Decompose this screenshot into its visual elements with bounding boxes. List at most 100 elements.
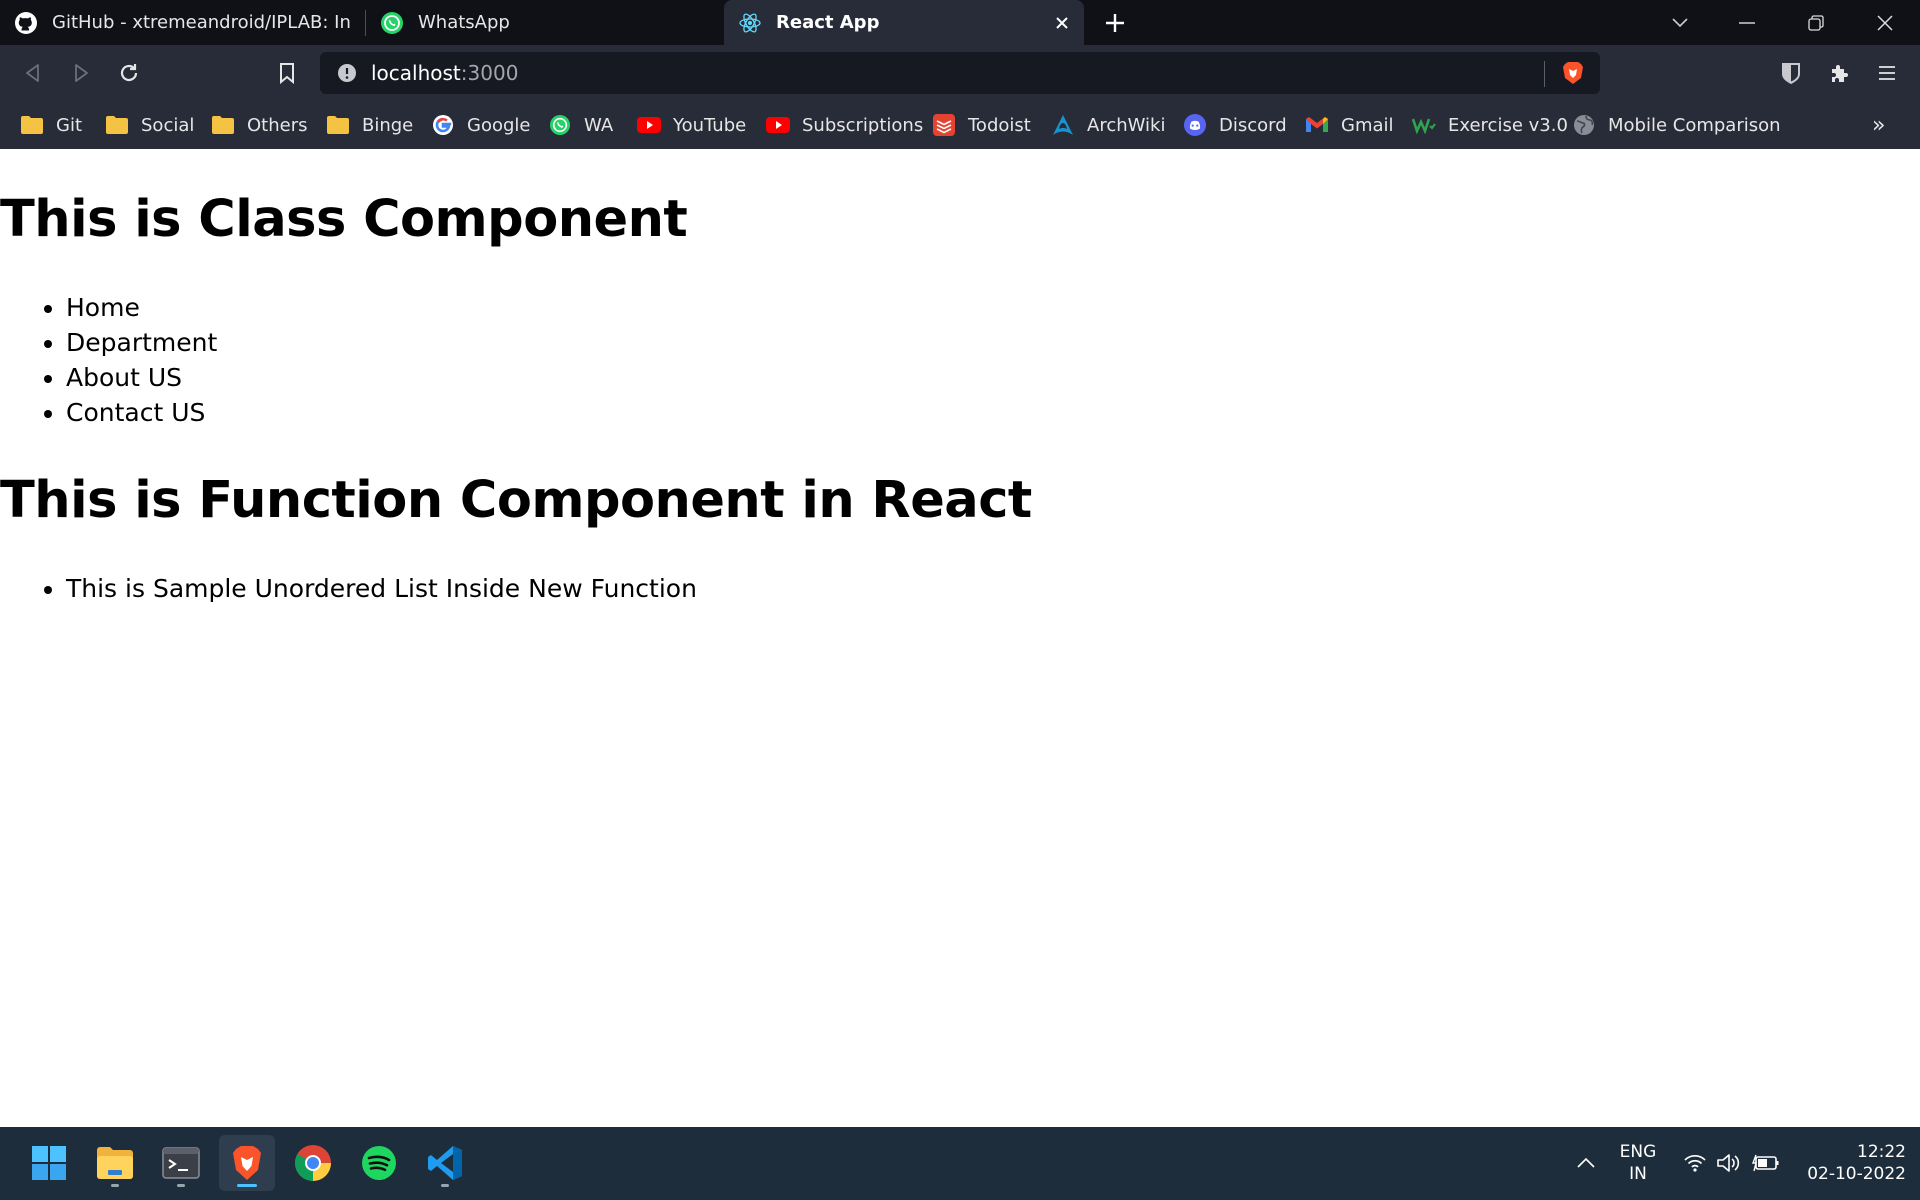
globe-icon — [1572, 113, 1596, 137]
windows-taskbar: ENG IN 12:22 02-10-2022 — [0, 1127, 1920, 1200]
bookmark-label: Todoist — [968, 114, 1031, 136]
exercise-icon — [1412, 113, 1436, 137]
volume-icon[interactable] — [1716, 1151, 1742, 1175]
region-code: IN — [1629, 1164, 1647, 1184]
bookmark-label: WA — [584, 114, 614, 136]
bookmark-label: Binge — [362, 114, 414, 136]
list-item: This is Sample Unordered List Inside New… — [66, 571, 697, 606]
windows-start-icon[interactable] — [21, 1135, 77, 1191]
brave-icon[interactable] — [219, 1135, 275, 1191]
restore-button[interactable] — [1786, 0, 1846, 45]
folder-icon — [20, 113, 44, 137]
bookmark-icon[interactable] — [272, 58, 302, 88]
bitwarden-extension-icon[interactable] — [1776, 58, 1806, 88]
github-icon — [14, 11, 38, 35]
url-port: :3000 — [460, 61, 519, 85]
back-button[interactable] — [18, 58, 48, 88]
brave-shields-icon[interactable] — [1560, 60, 1586, 86]
reload-button[interactable] — [114, 58, 144, 88]
language-code: ENG — [1619, 1142, 1657, 1162]
folder-icon — [326, 113, 350, 137]
bookmark-label: ArchWiki — [1087, 114, 1166, 136]
bookmark-subscriptions[interactable]: Subscriptions — [766, 111, 923, 139]
list-item: Contact US — [66, 395, 217, 430]
tab-label: React App — [776, 12, 880, 33]
bookmark-google[interactable]: Google — [431, 111, 530, 139]
address-bar[interactable]: localhost:3000 — [320, 52, 1600, 94]
file-explorer-icon[interactable] — [87, 1135, 143, 1191]
bookmark-label: Gmail — [1341, 114, 1394, 136]
bookmark-wa[interactable]: WA — [548, 111, 613, 139]
class-component-list: Home Department About US Contact US — [0, 290, 217, 430]
bookmark-label: YouTube — [673, 114, 747, 136]
wifi-icon[interactable] — [1682, 1151, 1708, 1175]
tab-whatsapp[interactable]: WhatsApp — [366, 0, 724, 45]
url-host: localhost — [371, 61, 461, 85]
bookmark-label: Subscriptions — [802, 114, 924, 136]
battery-charging-icon[interactable] — [1752, 1151, 1780, 1175]
discord-icon — [1183, 113, 1207, 137]
bookmark-gmail[interactable]: Gmail — [1305, 111, 1394, 139]
site-info-icon[interactable] — [336, 62, 358, 84]
url-text: localhost:3000 — [371, 61, 518, 85]
clock-time: 12:22 — [1857, 1142, 1906, 1162]
bookmark-todoist[interactable]: Todoist — [932, 111, 1031, 139]
bookmark-label: Others — [247, 114, 308, 136]
bookmarks-bar: Git Social Others Binge Google WA YouTub… — [0, 101, 1920, 149]
tab-label: WhatsApp — [418, 12, 510, 33]
running-indicator — [111, 1184, 119, 1187]
bookmark-git[interactable]: Git — [20, 111, 82, 139]
bookmark-label: Google — [467, 114, 531, 136]
folder-icon — [211, 113, 235, 137]
menu-icon[interactable] — [1872, 58, 1902, 88]
active-indicator — [237, 1184, 257, 1187]
tab-github[interactable]: GitHub - xtremeandroid/IPLAB: Interne — [0, 0, 365, 45]
forward-button[interactable] — [66, 58, 96, 88]
react-icon — [738, 11, 762, 35]
bookmark-label: Git — [56, 114, 83, 136]
chrome-icon[interactable] — [285, 1135, 341, 1191]
terminal-icon[interactable] — [153, 1135, 209, 1191]
extensions-icon[interactable] — [1824, 58, 1854, 88]
spotify-icon[interactable] — [351, 1135, 407, 1191]
archwiki-icon — [1051, 113, 1075, 137]
folder-icon — [105, 113, 129, 137]
list-item: Home — [66, 290, 217, 325]
bookmark-mobile-comparison[interactable]: Mobile Comparison — [1572, 111, 1781, 139]
close-window-button[interactable] — [1855, 0, 1915, 45]
clock-date: 02-10-2022 — [1807, 1164, 1906, 1184]
tab-react-app[interactable]: React App — [724, 0, 1084, 45]
whatsapp-icon — [548, 113, 572, 137]
youtube-icon — [637, 113, 661, 137]
whatsapp-icon — [380, 11, 404, 35]
input-language-indicator[interactable]: ENG IN — [1614, 1141, 1662, 1185]
function-component-list: This is Sample Unordered List Inside New… — [0, 571, 697, 606]
navigation-toolbar: localhost:3000 — [0, 45, 1920, 101]
google-icon — [431, 113, 455, 137]
todoist-icon — [932, 113, 956, 137]
bookmark-archwiki[interactable]: ArchWiki — [1051, 111, 1165, 139]
bookmark-discord[interactable]: Discord — [1183, 111, 1287, 139]
vscode-icon[interactable] — [417, 1135, 473, 1191]
tab-strip: GitHub - xtremeandroid/IPLAB: Interne Wh… — [0, 0, 1920, 45]
bookmark-others[interactable]: Others — [211, 111, 308, 139]
bookmarks-overflow-button[interactable]: » — [1872, 113, 1885, 138]
close-tab-icon[interactable] — [1050, 11, 1074, 35]
bookmark-binge[interactable]: Binge — [326, 111, 413, 139]
clock[interactable]: 12:22 02-10-2022 — [1786, 1141, 1906, 1185]
bookmark-label: Mobile Comparison — [1608, 114, 1781, 136]
class-component-heading: This is Class Component — [0, 190, 688, 249]
new-tab-button[interactable] — [1100, 8, 1130, 38]
bookmark-social[interactable]: Social — [105, 111, 194, 139]
bookmark-youtube[interactable]: YouTube — [637, 111, 746, 139]
minimize-button[interactable] — [1717, 0, 1777, 45]
browser-chrome: GitHub - xtremeandroid/IPLAB: Interne Wh… — [0, 0, 1920, 149]
page-content: This is Class Component Home Department … — [0, 149, 1920, 1127]
youtube-icon — [766, 113, 790, 137]
show-hidden-icons-chevron-icon[interactable] — [1574, 1151, 1598, 1175]
bookmark-exercise[interactable]: Exercise v3.0 — [1412, 111, 1568, 139]
gmail-icon — [1305, 113, 1329, 137]
running-indicator — [441, 1184, 449, 1187]
tab-search-icon[interactable] — [1650, 0, 1710, 45]
running-indicator — [177, 1184, 185, 1187]
